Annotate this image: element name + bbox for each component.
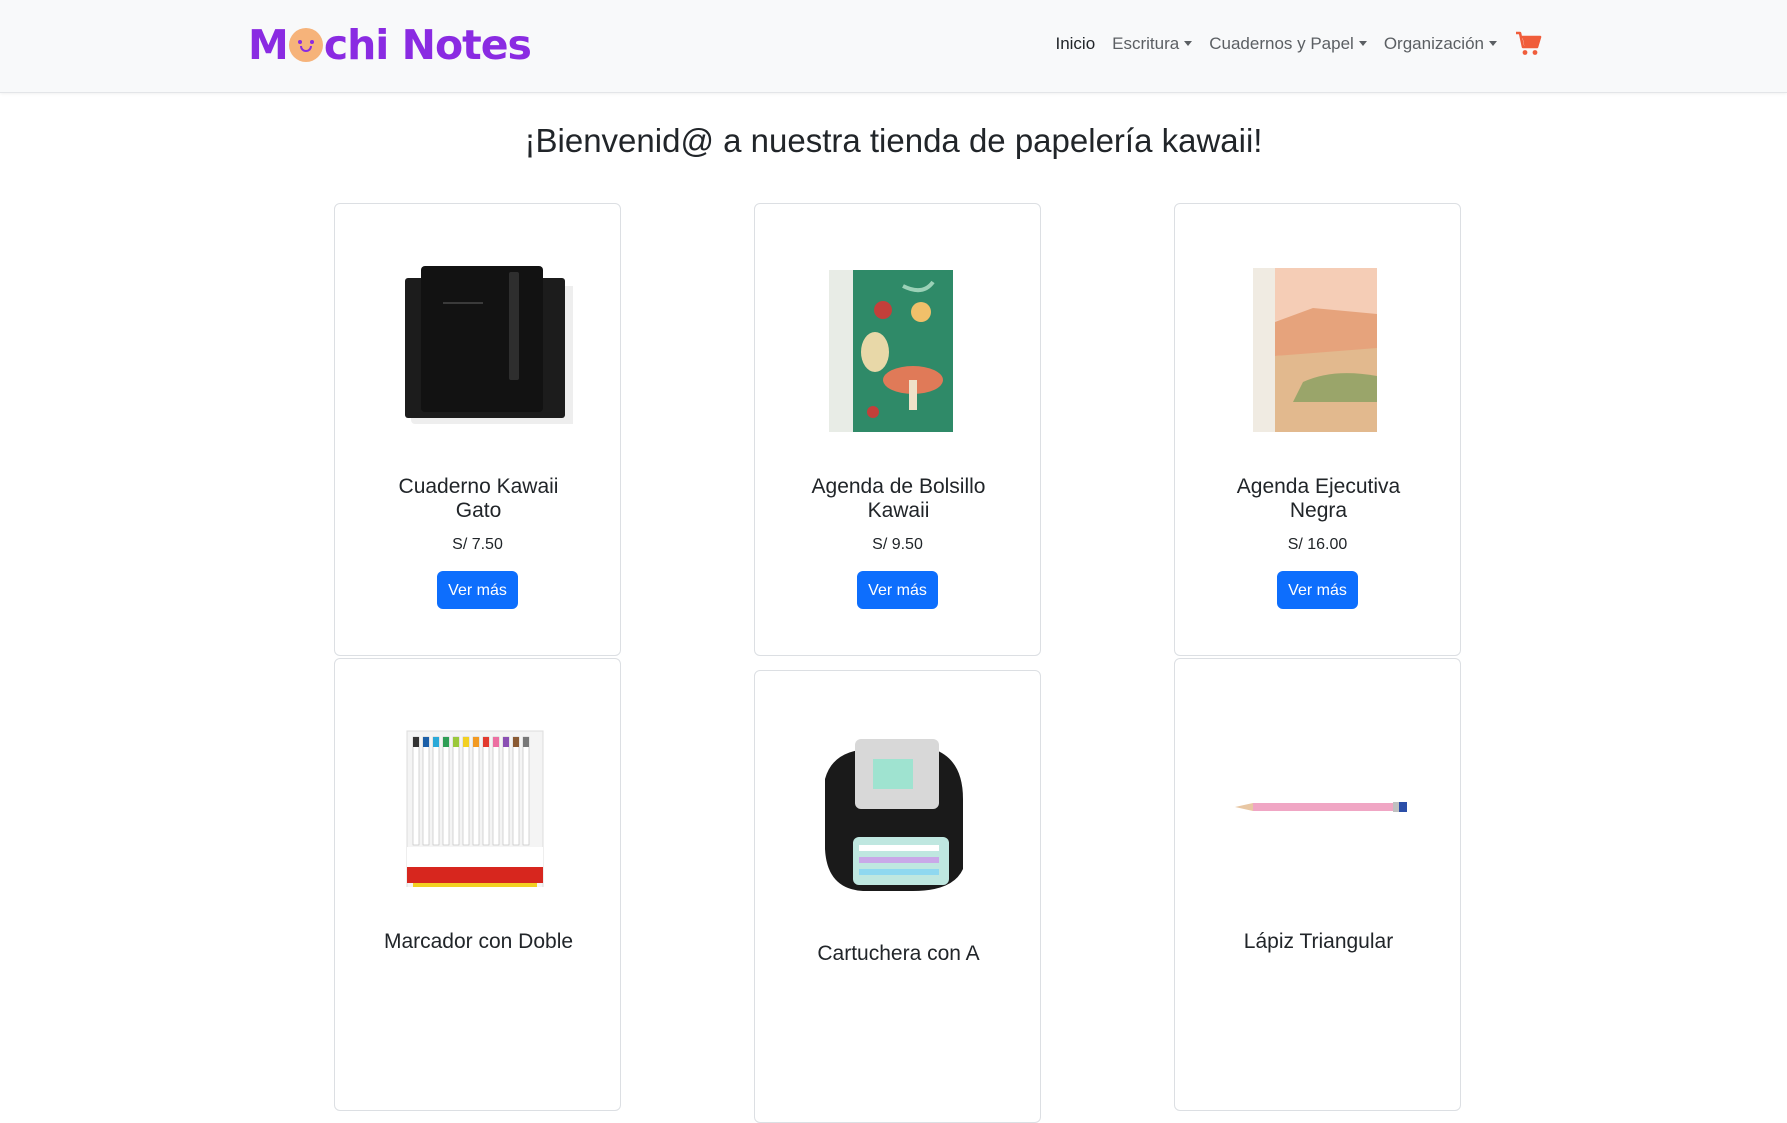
view-more-button[interactable]: Ver más [437, 571, 518, 609]
nav-menu: Inicio Escritura Cuadernos y Papel Organ… [1055, 31, 1543, 57]
desert-planner-image[interactable] [1223, 252, 1413, 432]
black-notebook-image[interactable] [383, 252, 573, 432]
product-card: Cartuchera con A [754, 670, 1041, 1123]
pencil-case-image[interactable] [803, 719, 993, 899]
brand-logo[interactable]: Mchi Notes [248, 20, 532, 70]
product-card: Agenda de Bolsillo Kawaii S/ 9.50 Ver má… [754, 203, 1041, 656]
product-name: Agenda de Bolsillo Kawaii [811, 475, 986, 522]
product-card: Cuaderno Kawaii Gato S/ 7.50 Ver más [334, 203, 621, 656]
clickart-markers-image[interactable] [383, 707, 573, 887]
nav-cuadernos-dropdown[interactable]: Cuadernos y Papel [1209, 34, 1367, 54]
view-more-button[interactable]: Ver más [857, 571, 938, 609]
mushroom-planner-image[interactable] [803, 252, 993, 432]
product-name: Cartuchera con A [817, 942, 980, 965]
product-price: S/ 16.00 [1287, 536, 1348, 553]
product-name: Lápiz Triangular [1243, 930, 1394, 953]
navbar: Mchi Notes Inicio Escritura Cuadernos y … [0, 0, 1787, 93]
product-card: Lápiz Triangular [1174, 658, 1461, 1111]
nav-escritura-dropdown[interactable]: Escritura [1112, 34, 1192, 54]
mochi-face-icon [288, 28, 323, 62]
nav-organizacion-dropdown[interactable]: Organización [1384, 34, 1497, 54]
brand-logo-text: Mchi Notes [248, 21, 532, 69]
view-more-button[interactable]: Ver más [1277, 571, 1358, 609]
product-card: Agenda Ejecutiva Negra S/ 16.00 Ver más [1174, 203, 1461, 656]
page-title: ¡Bienvenid@ a nuestra tienda de papelerí… [524, 122, 1263, 159]
product-name: Marcador con Doble [383, 930, 574, 953]
shopping-cart-icon[interactable] [1515, 31, 1543, 57]
product-card: Marcador con Doble [334, 658, 621, 1111]
product-name: Cuaderno Kawaii Gato [398, 475, 559, 522]
product-name: Agenda Ejecutiva Negra [1236, 475, 1401, 522]
product-price: S/ 7.50 [452, 536, 503, 553]
nav-inicio[interactable]: Inicio [1055, 34, 1095, 54]
product-price: S/ 9.50 [872, 536, 923, 553]
pink-pencil-image[interactable] [1223, 707, 1413, 887]
